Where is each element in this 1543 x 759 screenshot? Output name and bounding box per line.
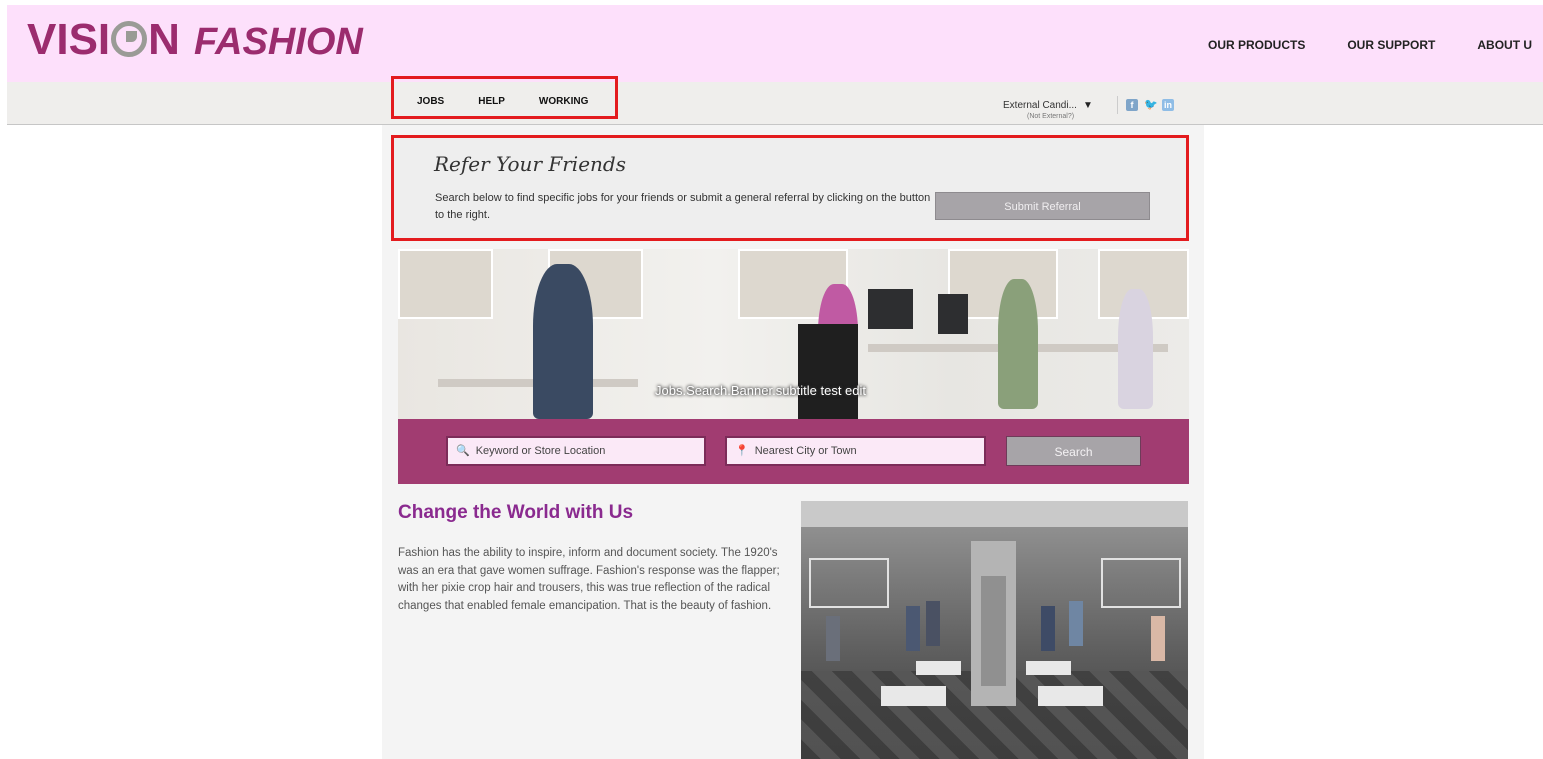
twitter-icon[interactable]: 🐦 <box>1144 99 1158 111</box>
sub-nav: JOBS HELP WORKING <box>417 96 622 107</box>
divider <box>1117 96 1118 114</box>
refer-description: Search below to find specific jobs for y… <box>435 192 931 221</box>
monitor-graphic <box>868 289 913 329</box>
clothes-graphic <box>1041 606 1055 651</box>
sub-nav-bar <box>7 82 1543 125</box>
nav-our-support[interactable]: OUR SUPPORT <box>1347 38 1435 52</box>
user-menu[interactable]: External Candi... ▼ (Not External?) <box>1003 95 1093 120</box>
person-graphic <box>1118 289 1153 409</box>
search-button[interactable]: Search <box>1006 436 1141 466</box>
rack-graphic <box>1101 558 1181 608</box>
subnav-jobs[interactable]: JOBS <box>417 96 444 107</box>
social-links: f 🐦 in <box>1117 96 1180 114</box>
monitor-graphic <box>938 294 968 334</box>
person-graphic <box>533 264 593 419</box>
location-search-input[interactable]: 📍 Nearest City or Town <box>725 436 986 466</box>
ceiling-graphic <box>801 501 1188 527</box>
display-block-graphic <box>881 686 946 706</box>
logo-text-fashion: FASHION <box>193 21 363 63</box>
nav-our-products[interactable]: OUR PRODUCTS <box>1208 38 1305 52</box>
facebook-icon[interactable]: f <box>1126 99 1138 111</box>
location-placeholder: Nearest City or Town <box>754 445 857 457</box>
door-graphic <box>981 576 1006 686</box>
banner-caption: Jobs.Search.Banner.subtitle test edit <box>655 383 867 398</box>
clothes-graphic <box>1151 616 1165 661</box>
search-icon: 🔍 <box>456 445 470 457</box>
rack-graphic <box>809 558 889 608</box>
feature-title: Change the World with Us <box>398 502 634 523</box>
caret-down-icon: ▼ <box>1082 100 1093 111</box>
top-nav: OUR PRODUCTS OUR SUPPORT ABOUT U <box>1208 38 1543 52</box>
refer-friends-panel <box>391 135 1189 241</box>
person-graphic <box>998 279 1038 409</box>
logo-text-vision: VISI N <box>27 15 180 64</box>
clothes-graphic <box>906 606 920 651</box>
clothes-graphic <box>926 601 940 646</box>
display-block-graphic <box>1026 661 1071 675</box>
refer-title: Refer Your Friends <box>434 152 626 176</box>
store-interior-image <box>801 501 1188 759</box>
user-name: External Candi... <box>1003 100 1077 111</box>
nav-about-us[interactable]: ABOUT U <box>1477 38 1532 52</box>
display-block-graphic <box>916 661 961 675</box>
chair-graphic <box>798 324 858 419</box>
linkedin-icon[interactable]: in <box>1162 99 1174 111</box>
clothes-graphic <box>826 616 840 661</box>
keyword-search-input[interactable]: 🔍 Keyword or Store Location <box>446 436 706 466</box>
subnav-help[interactable]: HELP <box>478 96 505 107</box>
display-block-graphic <box>1038 686 1103 706</box>
window-graphic <box>398 249 493 319</box>
submit-referral-button[interactable]: Submit Referral <box>935 192 1150 220</box>
logo-eye-icon <box>111 21 148 57</box>
keyword-placeholder: Keyword or Store Location <box>475 445 606 457</box>
location-pin-icon: 📍 <box>735 445 749 457</box>
feature-body: Fashion has the ability to inspire, info… <box>398 547 780 612</box>
clothes-graphic <box>1069 601 1083 646</box>
subnav-working[interactable]: WORKING <box>539 96 588 107</box>
user-not-external-link[interactable]: (Not External?) <box>1027 113 1093 120</box>
logo[interactable]: VISI N FASHION <box>27 15 363 65</box>
